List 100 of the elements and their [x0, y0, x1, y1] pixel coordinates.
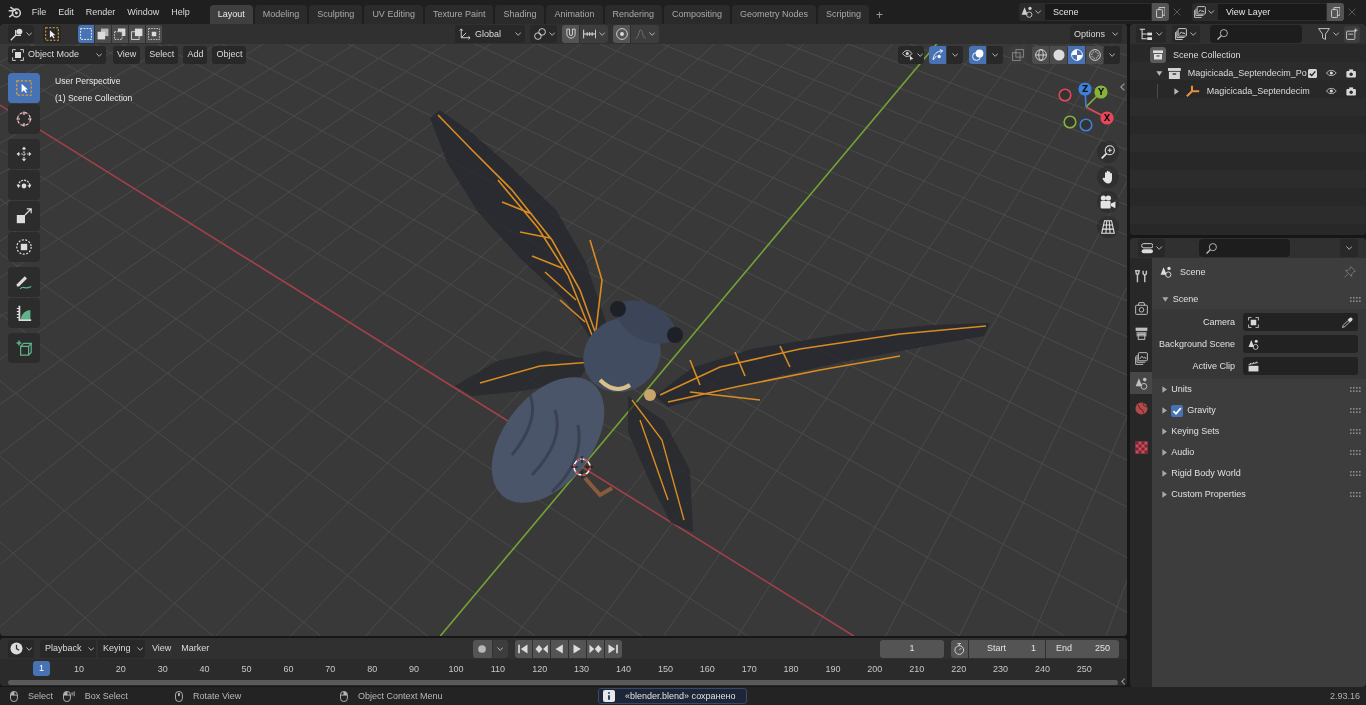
workspace-tab[interactable]: Rendering	[604, 5, 663, 24]
workspace-tab[interactable]: Modeling	[254, 5, 308, 24]
panel-header[interactable]: Units	[1152, 379, 1366, 400]
options-dropdown[interactable]	[1340, 239, 1358, 257]
editor-type-button[interactable]	[8, 639, 34, 658]
camera-icon[interactable]	[1345, 86, 1356, 96]
eye-icon[interactable]	[1326, 87, 1337, 95]
add-workspace-button[interactable]: +	[871, 5, 889, 24]
workspace-tab[interactable]: Sculpting	[309, 5, 363, 24]
menu-item[interactable]: Add	[183, 45, 208, 64]
editor-type-button[interactable]	[1136, 25, 1166, 43]
menu-item[interactable]: File	[25, 4, 53, 20]
options-dropdown[interactable]: Options	[1070, 25, 1122, 43]
object-field[interactable]	[1243, 357, 1358, 375]
snap-toggle-button[interactable]	[562, 25, 579, 43]
search-field[interactable]	[1210, 25, 1302, 43]
camera-icon[interactable]	[1345, 68, 1356, 78]
play-button[interactable]	[568, 639, 586, 658]
view-layer-browse-button[interactable]	[1192, 3, 1217, 21]
playhead-marker[interactable]: 1	[33, 661, 50, 676]
tool-button[interactable]	[8, 104, 40, 134]
panel-header[interactable]: Audio	[1152, 442, 1366, 463]
snap-target-dropdown[interactable]	[580, 25, 608, 43]
shading-mode-button[interactable]	[1050, 45, 1067, 64]
xray-toggle[interactable]	[1010, 45, 1026, 64]
mode-dropdown[interactable]: Object Mode	[8, 45, 106, 64]
tool-button[interactable]	[8, 298, 40, 328]
menu-item[interactable]: Help	[165, 4, 196, 20]
negative-axis-handle[interactable]	[1063, 115, 1077, 129]
menu-item[interactable]: Window	[121, 4, 166, 20]
search-field[interactable]	[1199, 239, 1290, 257]
workspace-tab[interactable]: Texture Paint	[424, 5, 494, 24]
properties-tab[interactable]	[1130, 372, 1152, 394]
menu-item[interactable]: Edit	[52, 4, 80, 20]
dropdown-menu[interactable]: Keying	[98, 639, 145, 658]
menu-item[interactable]: Marker	[176, 639, 215, 658]
camera-view-button[interactable]	[1097, 191, 1119, 213]
tool-button[interactable]	[8, 170, 40, 200]
panel-header[interactable]: Rigid Body World	[1152, 463, 1366, 484]
panel-header[interactable]: Scene	[1152, 289, 1366, 309]
gizmo-toggle[interactable]	[929, 45, 946, 64]
select-mode-button[interactable]	[146, 25, 162, 43]
jump-end-button[interactable]	[604, 639, 622, 658]
select-mode-button[interactable]	[112, 25, 128, 43]
object-field[interactable]	[1243, 313, 1358, 331]
panel-header[interactable]: Custom Properties	[1152, 484, 1366, 505]
workspace-tab[interactable]: Scripting	[818, 5, 870, 24]
negative-axis-handle[interactable]	[1079, 118, 1093, 132]
outliner-item[interactable]: Magicicada_Septendecim	[1206, 86, 1310, 96]
menu-item[interactable]: Object	[212, 45, 247, 64]
disclosure-triangle-icon[interactable]	[1156, 70, 1163, 76]
menu-item[interactable]: Select	[145, 45, 179, 64]
checkbox[interactable]	[1171, 404, 1184, 417]
eye-icon[interactable]	[1326, 69, 1337, 77]
workspace-tab[interactable]: Shading	[495, 5, 545, 24]
tool-button[interactable]	[8, 201, 40, 231]
select-mode-button[interactable]	[78, 25, 94, 43]
filter-dropdown[interactable]	[1318, 28, 1340, 40]
negative-axis-handle[interactable]	[1058, 88, 1072, 102]
menu-item[interactable]: Render	[79, 4, 122, 20]
object-field[interactable]	[1243, 335, 1358, 353]
scene-browse-button[interactable]	[1019, 3, 1044, 21]
end-frame-field[interactable]: End 250	[1046, 639, 1119, 658]
editor-type-button[interactable]	[1138, 239, 1165, 257]
tool-button[interactable]	[8, 139, 40, 169]
shading-mode-button[interactable]	[1068, 45, 1085, 64]
play-reverse-button[interactable]	[550, 639, 568, 658]
tool-button[interactable]	[8, 267, 40, 297]
previous-key-button[interactable]	[532, 639, 550, 658]
checkbox[interactable]	[1308, 68, 1317, 78]
auto-keying-button[interactable]	[472, 639, 492, 658]
select-mode-button[interactable]	[95, 25, 111, 43]
next-key-button[interactable]	[586, 639, 604, 658]
new-collection-button[interactable]	[1344, 25, 1361, 43]
dropdown-menu[interactable]: Playback	[40, 639, 96, 658]
tool-button[interactable]	[8, 333, 40, 363]
menu-item[interactable]: View	[113, 45, 141, 64]
panel-header[interactable]: Gravity	[1152, 400, 1366, 421]
eyedropper-icon[interactable]	[1342, 316, 1353, 328]
tool-button[interactable]	[8, 232, 40, 262]
workspace-tab[interactable]: UV Editing	[364, 5, 423, 24]
select-mode-button[interactable]	[129, 25, 145, 43]
chevron-left-icon[interactable]	[1120, 678, 1125, 685]
preview-range-button[interactable]	[951, 639, 968, 658]
scene-name-field[interactable]: Scene	[1044, 3, 1152, 21]
visibility-dropdown[interactable]	[898, 45, 924, 64]
menu-item[interactable]: View	[147, 639, 177, 658]
workspace-tab[interactable]: Compositing	[664, 5, 731, 24]
proportional-edit-button[interactable]	[613, 25, 630, 43]
select-tool-button[interactable]	[43, 25, 61, 43]
pivot-point-dropdown[interactable]	[530, 25, 557, 43]
jump-start-button[interactable]	[514, 639, 532, 658]
chevron-left-icon[interactable]	[1120, 83, 1125, 91]
editor-type-button[interactable]	[8, 25, 34, 43]
start-frame-field[interactable]: Start 1	[969, 639, 1045, 658]
projection-toggle-button[interactable]	[1097, 216, 1119, 238]
orientation-dropdown[interactable]: Global	[455, 25, 525, 43]
current-frame-field[interactable]: 1	[880, 639, 944, 658]
workspace-tab[interactable]: Layout	[209, 5, 253, 24]
outliner-item[interactable]: Scene Collection	[1173, 50, 1241, 60]
